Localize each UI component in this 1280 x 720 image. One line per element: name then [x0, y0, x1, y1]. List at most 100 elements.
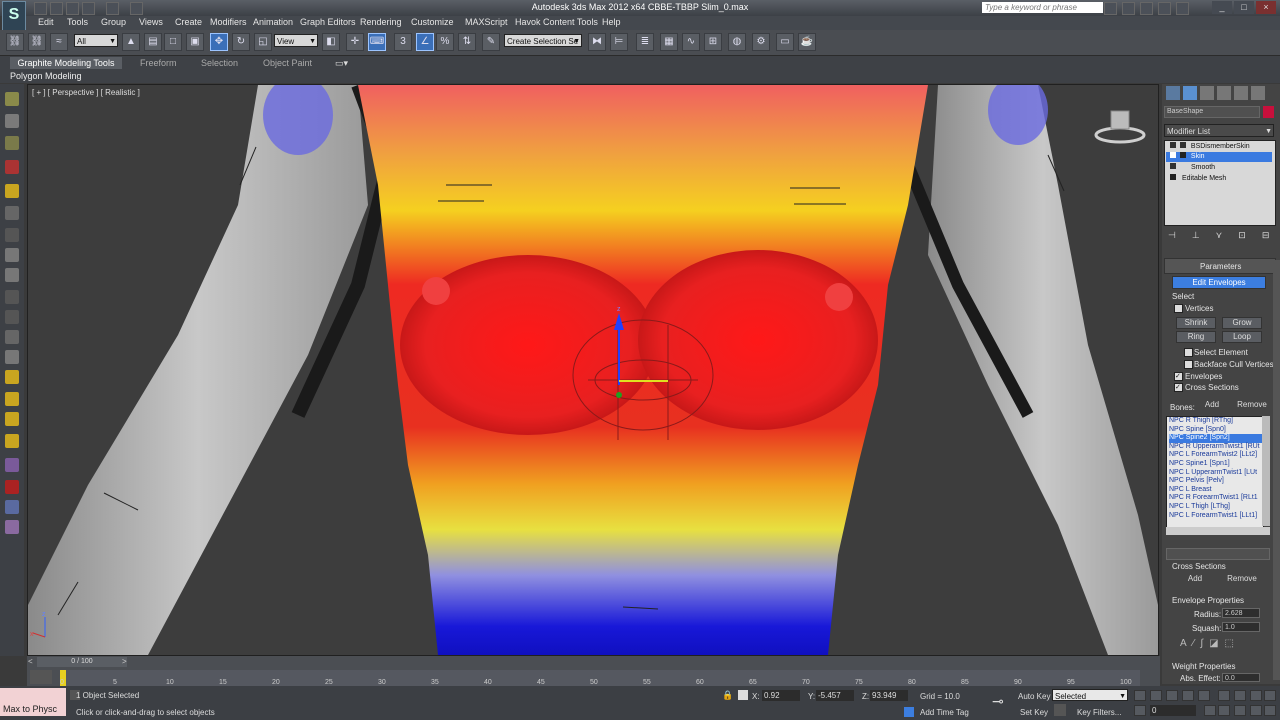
spinner-snap-icon[interactable]: ⇅	[458, 33, 476, 51]
bone-item-selected[interactable]: NPC Spine2 [Spn2]	[1169, 434, 1263, 443]
tab-freeform[interactable]: Freeform	[140, 58, 177, 69]
stack-item-smooth[interactable]: Smooth	[1166, 163, 1272, 173]
shrink-button[interactable]: Shrink	[1176, 317, 1216, 329]
select-element-checkbox[interactable]	[1184, 348, 1193, 357]
maximize-button[interactable]: □	[1234, 1, 1254, 14]
create-tab-icon[interactable]	[1166, 86, 1180, 100]
modify-tab-icon[interactable]	[1183, 86, 1197, 100]
manipulate-icon[interactable]: ✛	[346, 33, 364, 51]
unlink-icon[interactable]: ⛓	[28, 33, 46, 51]
key-mode-toggle-icon[interactable]	[1134, 705, 1146, 716]
subscription-icon[interactable]	[1122, 2, 1135, 15]
minimize-button[interactable]: _	[1212, 1, 1232, 14]
select-move-icon[interactable]: ✥	[210, 33, 228, 51]
play-icon[interactable]	[1166, 690, 1178, 701]
time-slider[interactable]: 0 / 100	[37, 657, 127, 667]
sphere-tool-icon[interactable]	[5, 480, 19, 494]
maxscript-listener[interactable]: Max to Physc	[0, 688, 66, 716]
link-icon[interactable]: ⛓	[6, 33, 24, 51]
relax-tool-icon[interactable]	[5, 350, 19, 364]
x-coordinate-field[interactable]: 0.92	[762, 690, 800, 701]
bone-name-field[interactable]	[1166, 548, 1270, 560]
prev-key-icon[interactable]	[1150, 690, 1162, 701]
bones-list[interactable]: NPC R Thigh [RThg] NPC Spine [Spn0] NPC …	[1166, 416, 1264, 528]
vertices-checkbox[interactable]	[1174, 304, 1183, 313]
go-to-start-icon[interactable]	[1134, 690, 1146, 701]
mirror-icon[interactable]: ⧓	[588, 33, 606, 51]
bone-item[interactable]: NPC L ForearmTwist1 [LLt1]	[1169, 512, 1263, 521]
percent-snap-icon[interactable]: %	[436, 33, 454, 51]
bones-list-hscrollbar[interactable]	[1166, 527, 1270, 535]
y-coordinate-field[interactable]: -5.457	[816, 690, 854, 701]
bone-tool-icon[interactable]	[5, 458, 19, 472]
bend-tool-icon[interactable]	[5, 248, 19, 262]
current-frame-field[interactable]: 0	[1150, 705, 1196, 716]
bone-item[interactable]: NPC Spine [Spn0]	[1169, 426, 1263, 435]
search-icon[interactable]	[1104, 2, 1117, 15]
communication-icon[interactable]	[1140, 2, 1153, 15]
remove-bone-button[interactable]: Remove	[1234, 400, 1270, 412]
add-time-tag[interactable]: Add Time Tag	[920, 708, 969, 717]
favorites-icon[interactable]	[1158, 2, 1171, 15]
move-tool-icon[interactable]	[5, 114, 19, 128]
pivot-center-icon[interactable]: ◧	[322, 33, 340, 51]
hierarchy-tool-icon[interactable]	[5, 92, 19, 106]
cloth-tool-icon[interactable]	[5, 412, 19, 426]
zoom-extents-all-icon[interactable]	[1264, 690, 1276, 701]
selection-filter-dropdown[interactable]: All ▼	[74, 34, 118, 47]
menu-rendering[interactable]: Rendering	[360, 17, 402, 27]
orbit-icon[interactable]	[1250, 705, 1262, 716]
envelopes-checkbox[interactable]: ✓	[1174, 372, 1183, 381]
edit-named-selection-icon[interactable]: ✎	[482, 33, 500, 51]
angle-snap-icon[interactable]: ∠	[416, 33, 434, 51]
viewport-label[interactable]: [ + ] [ Perspective ] [ Realistic ]	[32, 88, 140, 97]
menu-modifiers[interactable]: Modifiers	[210, 17, 247, 27]
bone-item[interactable]: NPC R ForearmTwist1 [RLt1	[1169, 494, 1263, 503]
maximize-viewport-icon[interactable]	[1264, 705, 1276, 716]
zoom-all-icon[interactable]	[1234, 690, 1246, 701]
align-icon[interactable]: ⊨	[610, 33, 628, 51]
squash-spinner[interactable]: 1.0	[1222, 622, 1260, 632]
utilities-tab-icon[interactable]	[1251, 86, 1265, 100]
ring-button[interactable]: Ring	[1176, 331, 1216, 343]
rect-selection-icon[interactable]: □	[164, 33, 182, 51]
abs-effect-spinner[interactable]: 0.0	[1222, 673, 1260, 682]
pan-icon[interactable]	[1234, 705, 1246, 716]
effects-tool-icon[interactable]	[5, 520, 19, 534]
menu-create[interactable]: Create	[175, 17, 202, 27]
tab-object-paint[interactable]: Object Paint	[263, 58, 312, 69]
bone-item[interactable]: NPC L UpperarmTwist1 [LUt	[1169, 469, 1263, 478]
menu-views[interactable]: Views	[139, 17, 163, 27]
ribbon-panel-polygon-modeling[interactable]: Polygon Modeling	[10, 71, 82, 81]
menu-graph-editors[interactable]: Graph Editors	[300, 17, 356, 27]
ribbon-options-icon[interactable]: ▭▾	[335, 58, 348, 69]
mini-curve-editor-icon[interactable]	[30, 670, 52, 684]
menu-maxscript[interactable]: MAXScript	[465, 17, 508, 27]
bone-item[interactable]: NPC R UpperarmTwist1 [RUt	[1169, 443, 1263, 452]
select-rotate-icon[interactable]: ↻	[232, 33, 250, 51]
brush-tool-icon[interactable]	[5, 310, 19, 324]
search-input[interactable]: Type a keyword or phrase	[982, 2, 1103, 13]
menu-group[interactable]: Group	[101, 17, 126, 27]
edit-envelopes-button[interactable]: Edit Envelopes	[1172, 276, 1266, 289]
bones-list-scrollbar[interactable]	[1262, 416, 1270, 526]
close-button[interactable]: ×	[1256, 1, 1276, 14]
cross-section-remove-button[interactable]: Remove	[1222, 574, 1262, 586]
menu-havok-content-tools[interactable]: Havok Content Tools	[515, 17, 598, 27]
command-panel-scrollbar[interactable]	[1273, 260, 1280, 680]
zoom-extents-icon[interactable]	[1250, 690, 1262, 701]
bone-item[interactable]: NPC L Breast	[1169, 486, 1263, 495]
sculpt-tool-icon[interactable]	[5, 370, 19, 384]
bone-item[interactable]: NPC Spine1 [Spn1]	[1169, 460, 1263, 469]
bone-item[interactable]: NPC L ForearmTwist2 [LLt2]	[1169, 451, 1263, 460]
bulb-icon[interactable]	[1170, 163, 1176, 169]
render-production-icon[interactable]: ☕	[798, 33, 816, 51]
stack-item-editable-mesh[interactable]: Editable Mesh	[1166, 174, 1272, 184]
gear-tool-icon[interactable]	[5, 434, 19, 448]
box-tool-icon[interactable]	[5, 206, 19, 220]
menu-help[interactable]: Help	[602, 17, 621, 27]
bulb-icon[interactable]	[1170, 152, 1176, 158]
auto-key-button[interactable]: Auto Key	[1018, 692, 1050, 701]
snaps-toggle-icon[interactable]: 3	[394, 33, 412, 51]
stack-item-bsdismemberskin[interactable]: BSDismemberSkin Modifier	[1166, 142, 1272, 160]
